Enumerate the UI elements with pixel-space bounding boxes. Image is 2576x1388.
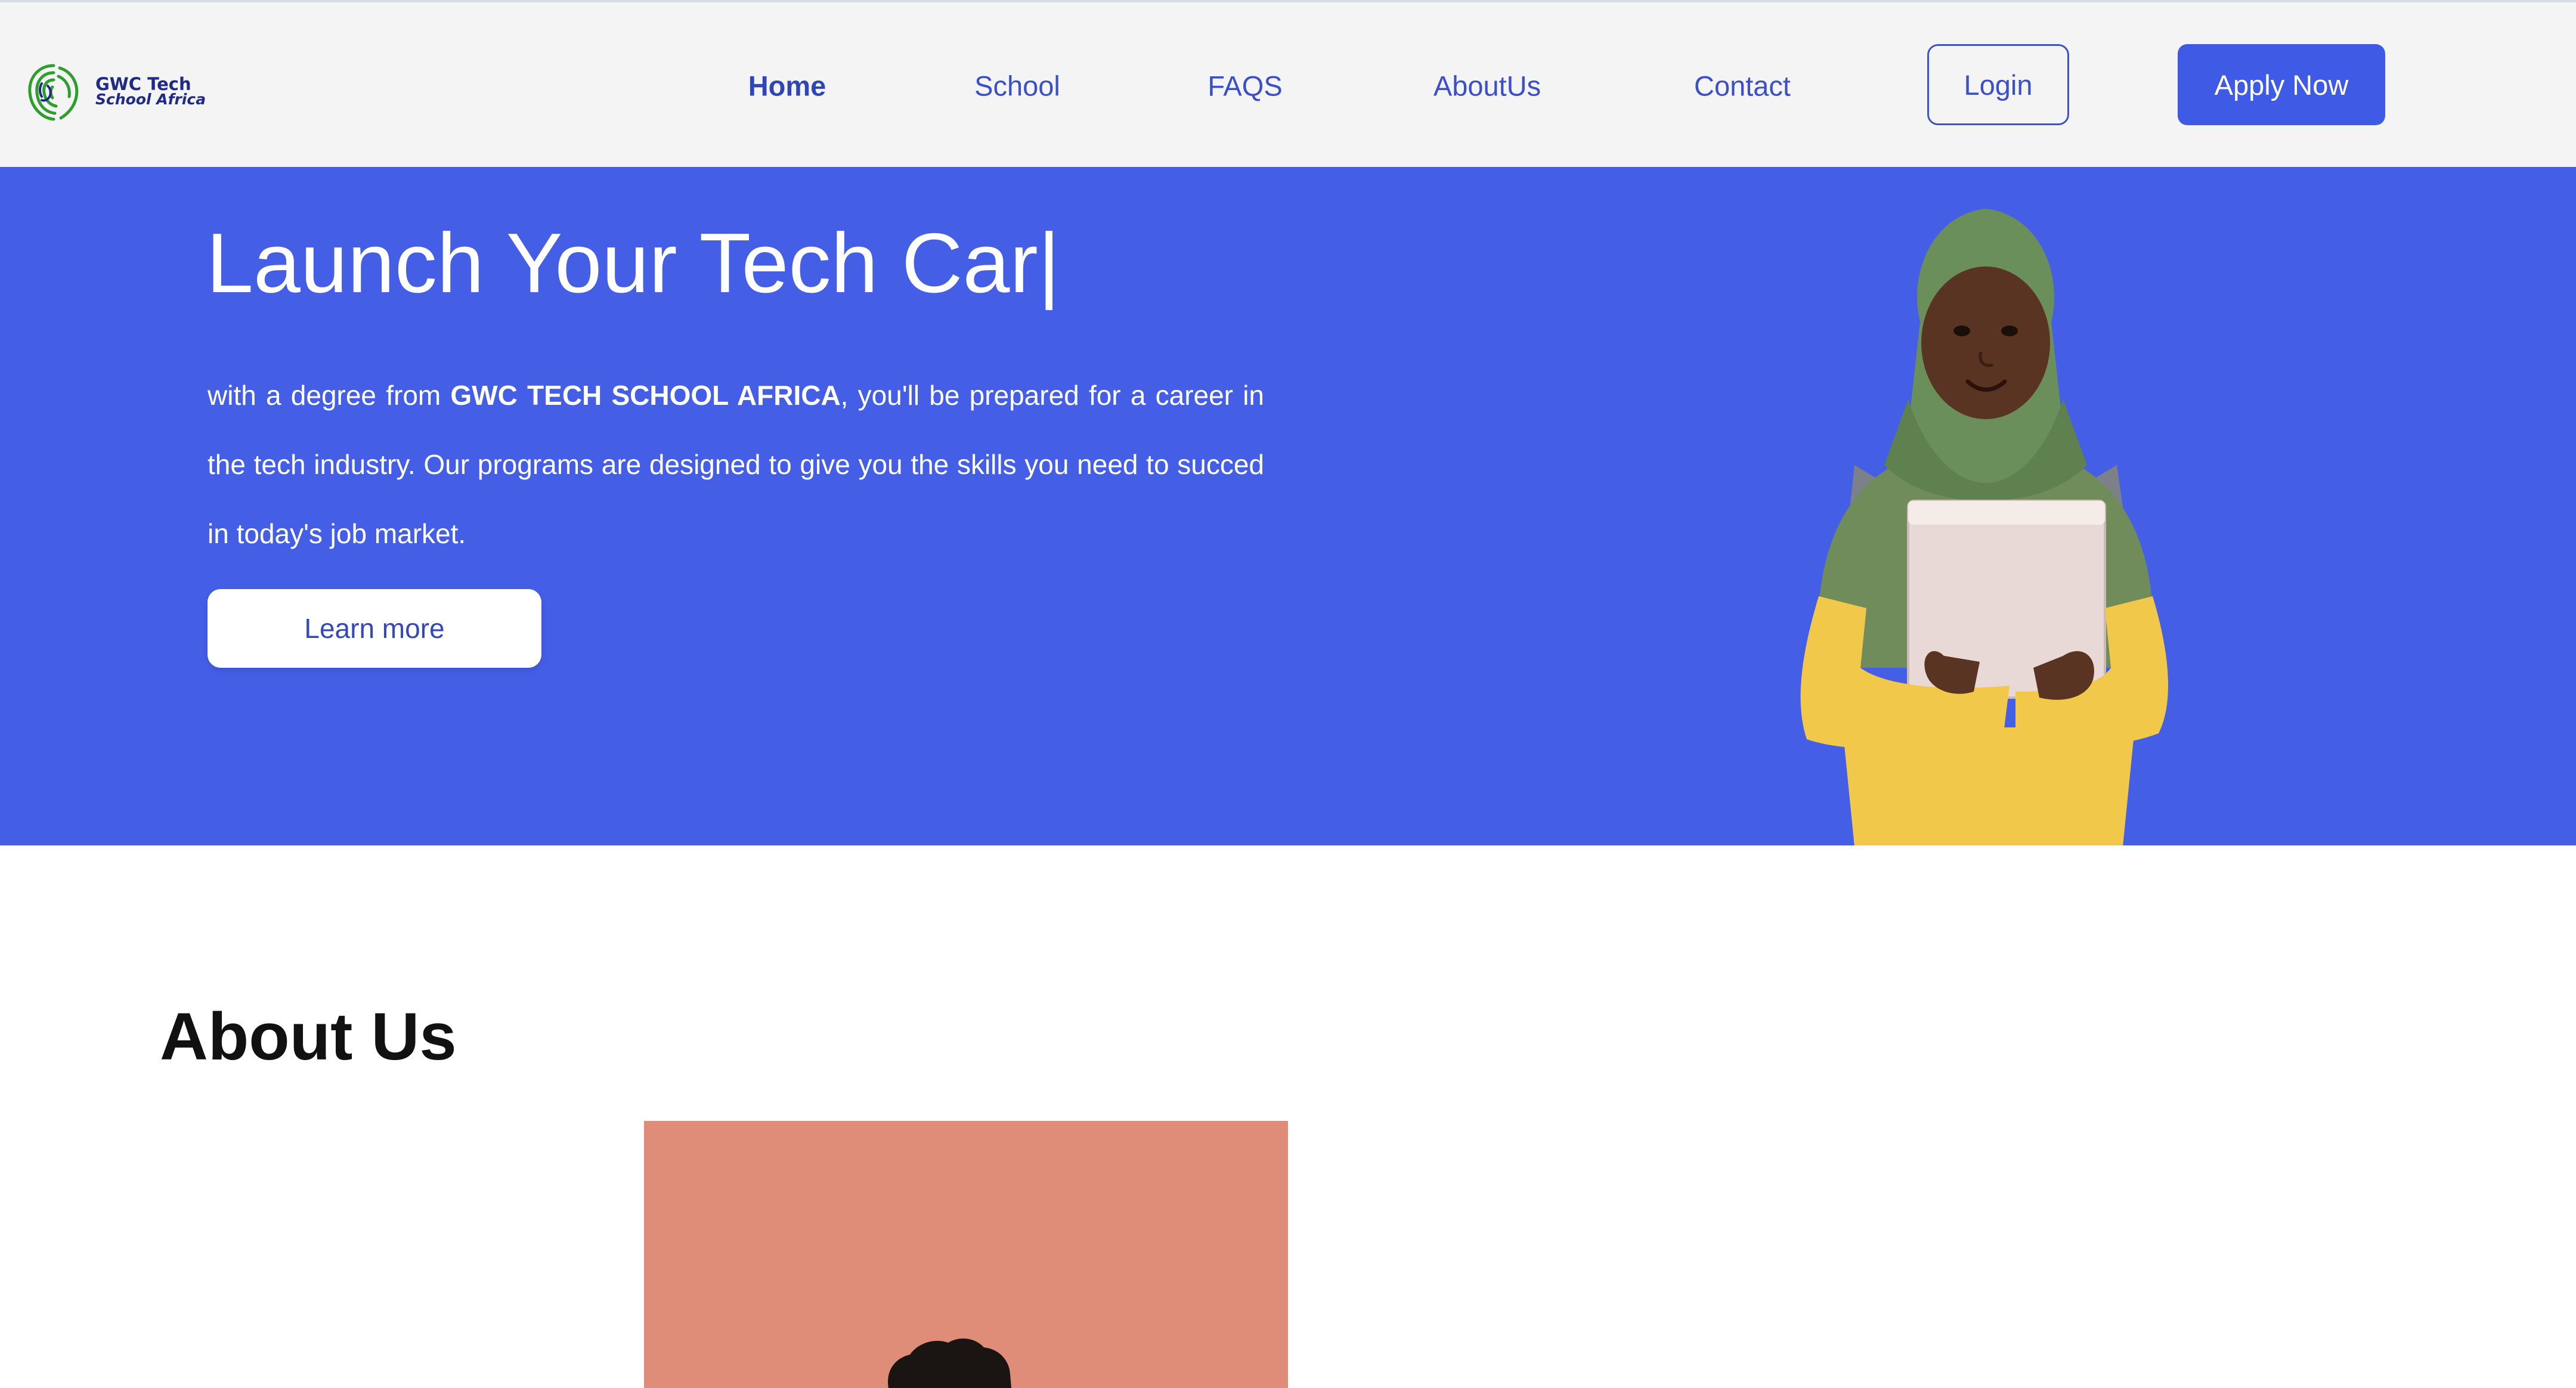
hero-title-text: Launch Your Tech Car xyxy=(206,216,1038,311)
learn-more-button[interactable]: Learn more xyxy=(208,589,541,668)
nav-link-contact[interactable]: Contact xyxy=(1694,70,1791,103)
hero-title: Launch Your Tech Car| xyxy=(206,215,1060,312)
top-navbar: GWC Tech School Africa Home School FAQS … xyxy=(0,0,2576,167)
login-button[interactable]: Login xyxy=(1927,44,2069,125)
brand-logo[interactable]: GWC Tech School Africa xyxy=(24,60,206,124)
apply-now-button[interactable]: Apply Now xyxy=(2178,44,2385,125)
nav-link-faqs[interactable]: FAQS xyxy=(1208,70,1282,103)
nav-link-home[interactable]: Home xyxy=(748,70,826,103)
nav-link-about-us[interactable]: AboutUs xyxy=(1433,70,1541,103)
nav-link-school[interactable]: School xyxy=(974,70,1060,103)
about-us-heading: About Us xyxy=(160,999,457,1074)
brand-name: GWC Tech School Africa xyxy=(95,76,206,107)
brand-name-line2: School Africa xyxy=(95,91,206,108)
student-photo xyxy=(1800,209,2169,845)
fingerprint-logo-icon xyxy=(28,64,79,121)
hero-description: with a degree from GWC TECH SCHOOL AFRIC… xyxy=(208,361,1264,568)
hero-desc-school-name: GWC TECH SCHOOL AFRICA xyxy=(450,380,841,411)
hero-desc-before: with a degree from xyxy=(208,380,451,411)
about-us-photo xyxy=(644,1121,1288,1388)
hero-banner: Launch Your Tech Car| with a degree from… xyxy=(0,167,2576,845)
brand-name-line1: GWC Tech xyxy=(95,74,191,94)
typing-cursor: | xyxy=(1038,216,1060,311)
